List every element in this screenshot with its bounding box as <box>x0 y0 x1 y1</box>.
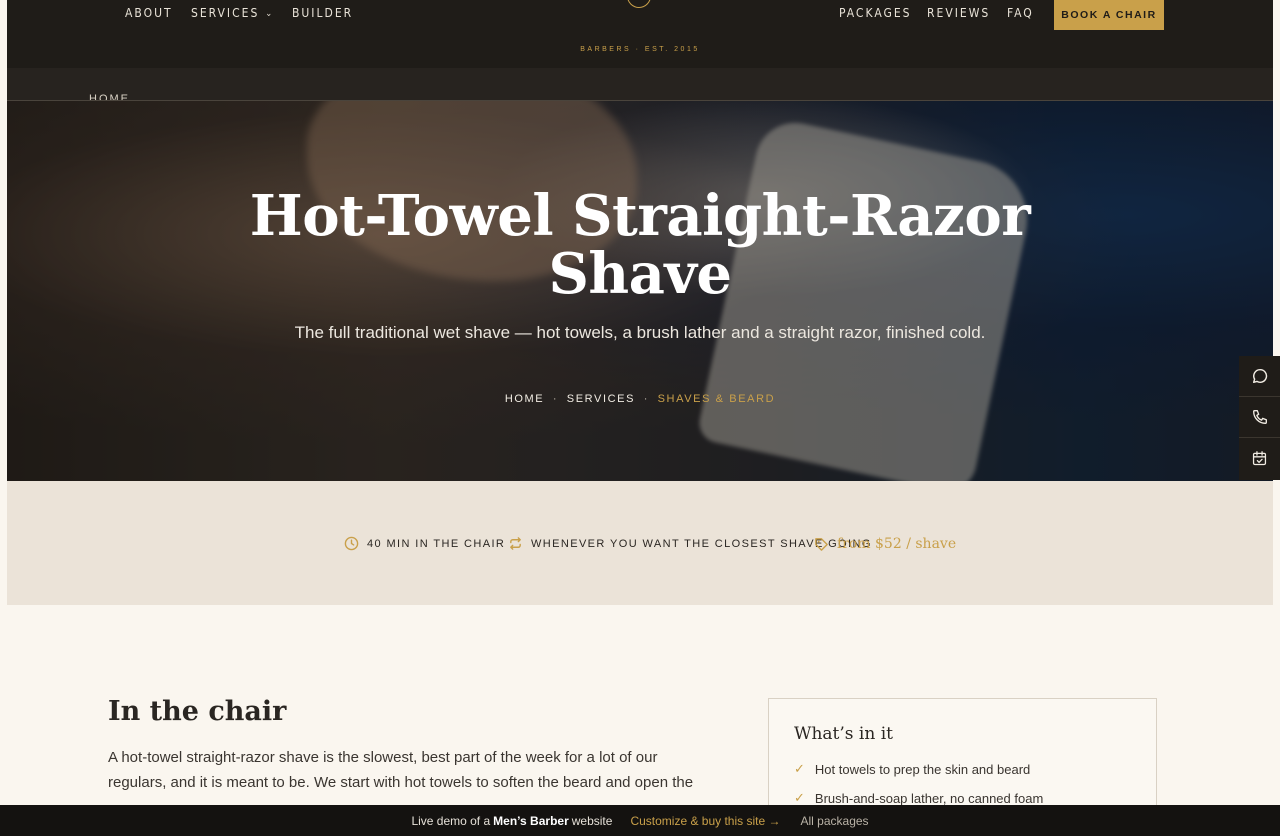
check-icon: ✓ <box>794 790 805 805</box>
book-a-chair-button[interactable]: BOOK A CHAIR <box>1054 0 1164 30</box>
customize-buy-link[interactable]: Customize & buy this site → <box>630 814 780 828</box>
list-item-label: Brush-and-soap lather, no canned foam <box>814 790 1044 806</box>
breadcrumb-separator: · <box>643 393 649 405</box>
demo-suffix: website <box>571 813 613 828</box>
nav-builder[interactable]: BUILDER <box>292 6 353 20</box>
breadcrumb-separator: · <box>552 393 559 405</box>
fact-duration: 40 MIN IN THE CHAIR <box>344 536 505 551</box>
nav-packages[interactable]: PACKAGES <box>839 6 912 20</box>
section-title: In the chair <box>108 696 287 727</box>
hero-content: Hot-Towel Straight-Razor Shave The full … <box>7 101 1273 481</box>
clock-icon <box>344 536 359 551</box>
chevron-down-icon: ⌄ <box>265 9 275 19</box>
nav-services[interactable]: SERVICES ⌄ <box>191 6 274 20</box>
fact-duration-label: 40 MIN IN THE CHAIR <box>367 537 506 550</box>
list-item-label: Hot towels to prep the skin and beard <box>814 761 1031 777</box>
repeat-icon <box>510 537 521 550</box>
brand-tagline: BARBERS · EST. 2015 <box>580 46 700 53</box>
breadcrumb-current: SHAVES & BEARD <box>657 393 776 405</box>
subnav-home-link[interactable]: HOME <box>89 93 130 100</box>
section-paragraph: A hot-towel straight-razor shave is the … <box>108 749 694 791</box>
list-item: ✓ Hot towels to prep the skin and beard <box>794 761 1030 777</box>
page-title: Hot-Towel Straight-Razor Shave <box>240 187 1040 303</box>
breadcrumb-home[interactable]: HOME <box>505 393 544 405</box>
nav-services-label: SERVICES <box>191 6 260 20</box>
page-title-line2: Shave <box>548 241 732 307</box>
demo-site-type: Men’s Barber <box>493 813 569 828</box>
shield-logo-icon[interactable] <box>627 0 651 8</box>
tag-icon <box>815 537 828 551</box>
nav-about[interactable]: ABOUT <box>125 6 173 20</box>
demo-bottom-bar: Live demo of a Men’s Barber website Cust… <box>0 805 1280 836</box>
check-icon: ✓ <box>794 761 805 776</box>
fact-price: from $52 / shave <box>814 536 956 552</box>
hero-subtitle: The full traditional wet shave — hot tow… <box>294 323 986 342</box>
breadcrumb-services[interactable]: SERVICES <box>567 393 635 405</box>
service-facts-strip: 40 MIN IN THE CHAIR WHENEVER YOU WANT TH… <box>7 481 1273 605</box>
card-title: What’s in it <box>794 724 893 744</box>
hero-banner: Hot-Towel Straight-Razor Shave The full … <box>7 101 1273 481</box>
breadcrumb: HOME · SERVICES · SHAVES & BEARD <box>7 393 1273 405</box>
list-item: ✓ Brush-and-soap lather, no canned foam <box>794 790 1043 806</box>
nav-reviews[interactable]: REVIEWS <box>927 6 990 20</box>
top-navigation: ABOUT SERVICES ⌄ BUILDER BARBERS · EST. 2… <box>7 0 1273 68</box>
demo-prefix: Live demo of a <box>411 813 491 828</box>
sub-navigation: HOME <box>7 68 1273 101</box>
nav-faq[interactable]: FAQ <box>1007 6 1034 20</box>
fact-price-label: from $52 / shave <box>837 536 957 552</box>
all-packages-link[interactable]: All packages <box>801 814 869 828</box>
page-title-line1: Hot-Towel Straight-Razor <box>249 183 1031 249</box>
